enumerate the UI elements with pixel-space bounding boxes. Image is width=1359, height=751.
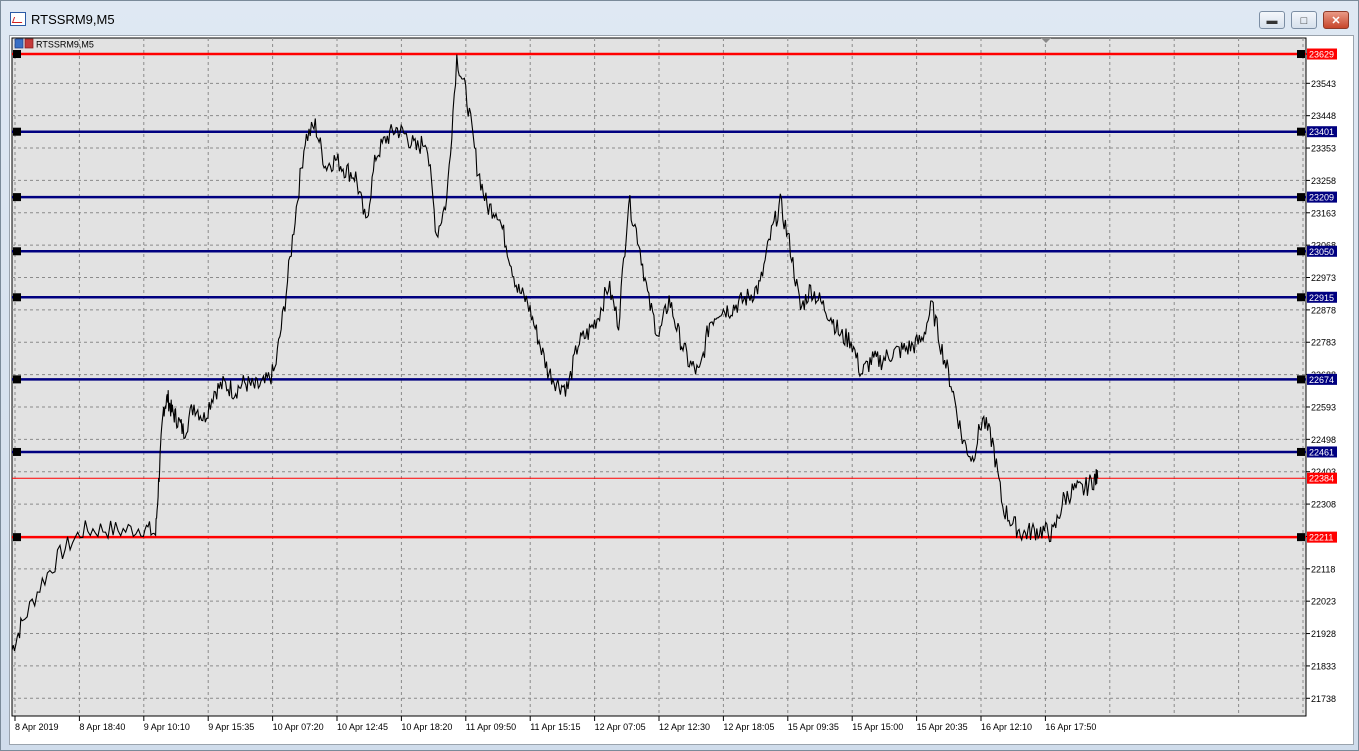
- x-tick-label: 8 Apr 18:40: [79, 722, 125, 732]
- x-tick-label: 11 Apr 15:15: [530, 722, 580, 732]
- x-tick-label: 12 Apr 12:30: [659, 722, 710, 732]
- x-tick-label: 8 Apr 2019: [15, 722, 59, 732]
- level-price-label: 23401: [1309, 127, 1334, 137]
- level-handle-right: [1297, 193, 1305, 202]
- x-tick-label: 10 Apr 12:45: [337, 722, 388, 732]
- chart-symbol-label: RTSSRM9,M5: [36, 40, 94, 50]
- level-price-label: 23209: [1309, 193, 1334, 203]
- maximize-button[interactable]: □: [1291, 11, 1317, 29]
- chart-timeframe-icon: [24, 38, 34, 49]
- level-handle-left: [13, 127, 21, 136]
- x-tick-label: 12 Apr 18:05: [723, 722, 774, 732]
- level-handle-left: [13, 533, 21, 542]
- level-handle-left: [13, 293, 21, 302]
- y-tick-label: 22593: [1311, 402, 1336, 412]
- level-handle-left: [13, 50, 21, 59]
- x-tick-label: 12 Apr 07:05: [595, 722, 646, 732]
- y-tick-label: 23258: [1311, 176, 1336, 186]
- level-handle-left: [13, 247, 21, 256]
- y-tick-label: 23448: [1311, 111, 1336, 121]
- level-price-label: 22211: [1309, 533, 1333, 543]
- minimize-button[interactable]: ▬: [1259, 11, 1285, 29]
- chart-symbol-icon: [14, 38, 24, 49]
- y-tick-label: 21833: [1311, 661, 1336, 671]
- level-handle-right: [1297, 247, 1305, 256]
- level-price-label: 22674: [1309, 375, 1334, 385]
- level-handle-right: [1297, 293, 1305, 302]
- window-title: RTSSRM9,M5: [31, 12, 115, 27]
- y-tick-label: 23543: [1311, 79, 1336, 89]
- x-tick-label: 10 Apr 07:20: [273, 722, 324, 732]
- x-tick-label: 9 Apr 10:10: [144, 722, 190, 732]
- level-handle-right: [1297, 447, 1305, 456]
- level-handle-right: [1297, 127, 1305, 136]
- level-price-label: 22461: [1309, 447, 1334, 457]
- level-price-label: 22915: [1309, 293, 1334, 303]
- y-tick-label: 21928: [1311, 629, 1336, 639]
- x-tick-label: 16 Apr 17:50: [1045, 722, 1096, 732]
- x-tick-label: 15 Apr 15:00: [852, 722, 903, 732]
- level-handle-right: [1297, 533, 1305, 542]
- x-tick-label: 10 Apr 18:20: [401, 722, 452, 732]
- chart-window-icon: [10, 12, 26, 26]
- y-tick-label: 22878: [1311, 305, 1336, 315]
- chart-window: RTSSRM9,M5 ▬ □ ✕ 23629 23543 23448 23353 232…: [0, 0, 1359, 751]
- y-tick-label: 22973: [1311, 273, 1336, 283]
- x-tick-label: 9 Apr 15:35: [208, 722, 254, 732]
- level-handle-right: [1297, 375, 1305, 384]
- level-price-label: 23629: [1309, 50, 1334, 60]
- y-tick-label: 22783: [1311, 338, 1336, 348]
- y-tick-label: 23163: [1311, 208, 1336, 218]
- chart-area[interactable]: 2362923543234482335323258231632306822973…: [9, 35, 1354, 745]
- y-tick-label: 21738: [1311, 694, 1336, 704]
- x-tick-label: 11 Apr 09:50: [466, 722, 516, 732]
- title-bar[interactable]: RTSSRM9,M5 ▬ □ ✕: [1, 1, 1358, 35]
- level-handle-left: [13, 375, 21, 384]
- close-button[interactable]: ✕: [1323, 11, 1349, 29]
- level-price-label: 23050: [1309, 247, 1334, 257]
- level-handle-left: [13, 447, 21, 456]
- x-tick-label: 15 Apr 09:35: [788, 722, 839, 732]
- y-tick-label: 22023: [1311, 597, 1336, 607]
- x-tick-label: 16 Apr 12:10: [981, 722, 1032, 732]
- x-tick-label: 15 Apr 20:35: [917, 722, 968, 732]
- y-tick-label: 23353: [1311, 144, 1336, 154]
- level-handle-right: [1297, 50, 1305, 59]
- y-tick-label: 22308: [1311, 500, 1336, 510]
- price-chart[interactable]: 2362923543234482335323258231632306822973…: [10, 36, 1353, 744]
- level-handle-left: [13, 193, 21, 202]
- y-tick-label: 22118: [1311, 564, 1335, 574]
- current-price-label: 22384: [1309, 474, 1334, 484]
- y-tick-label: 22498: [1311, 435, 1336, 445]
